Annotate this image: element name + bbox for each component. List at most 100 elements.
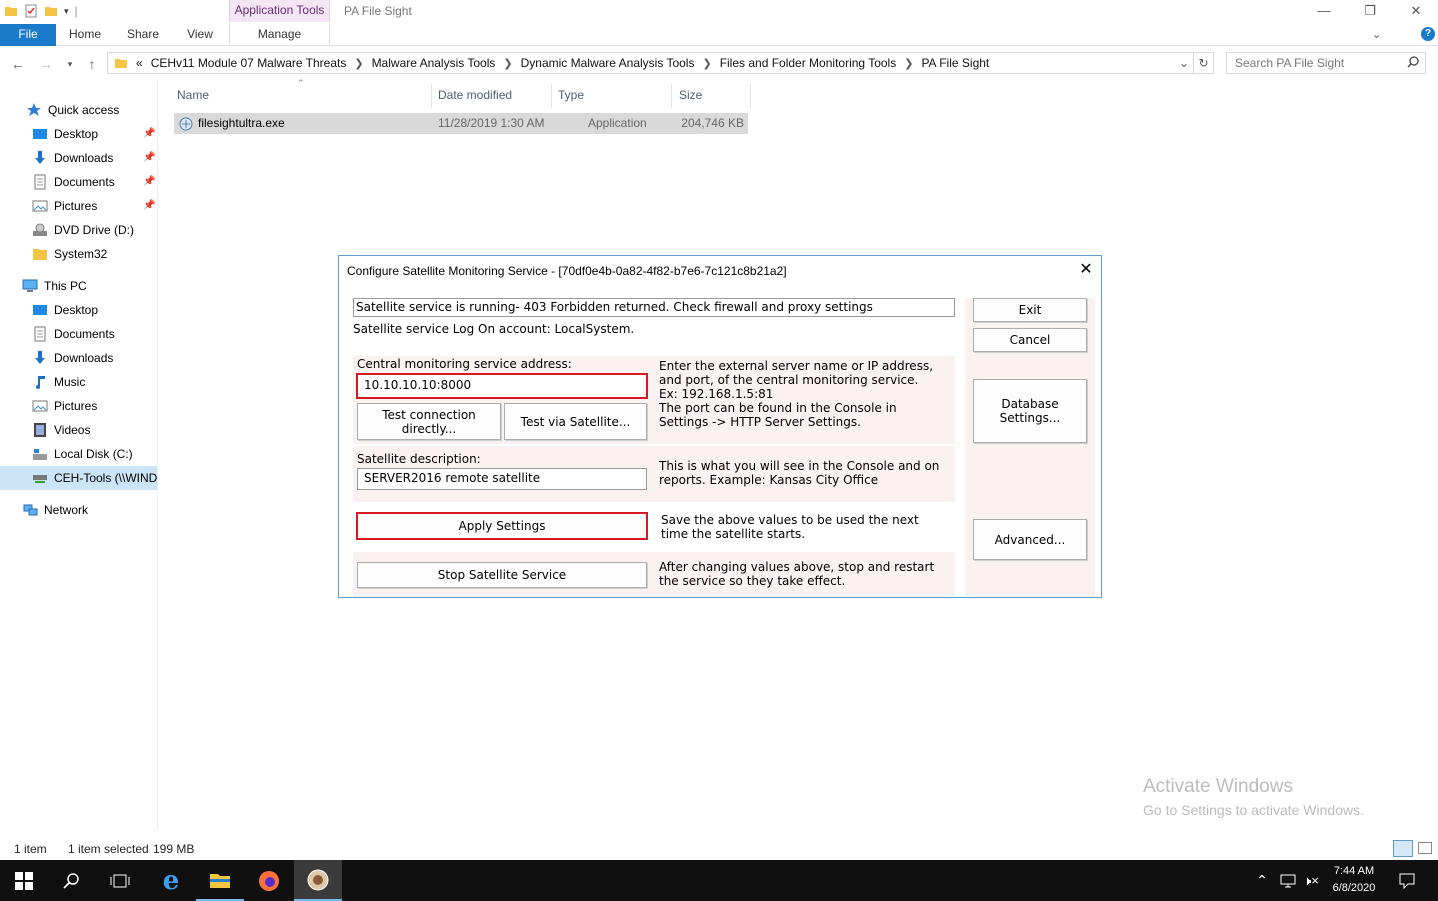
nav-label: DVD Drive (D:): [54, 223, 134, 237]
recent-locations-icon[interactable]: ▾: [62, 56, 78, 72]
column-divider[interactable]: [551, 84, 552, 108]
stop-satellite-service-button[interactable]: Stop Satellite Service: [357, 562, 647, 588]
breadcrumb-item[interactable]: Files and Folder Monitoring Tools: [720, 56, 897, 70]
breadcrumb-separator-icon[interactable]: ❯: [904, 57, 913, 70]
column-header-date[interactable]: Date modified: [438, 86, 512, 104]
breadcrumb-item[interactable]: CEHv11 Module 07 Malware Threats: [151, 56, 347, 70]
taskbar-edge[interactable]: e: [147, 860, 195, 901]
breadcrumb-item[interactable]: Dynamic Malware Analysis Tools: [521, 56, 695, 70]
restore-button[interactable]: ❐: [1347, 0, 1393, 22]
nav-pc-videos[interactable]: Videos: [0, 418, 157, 442]
star-icon: [27, 103, 41, 116]
column-divider[interactable]: [750, 84, 751, 108]
nav-this-pc[interactable]: This PC: [0, 274, 157, 298]
nav-pc-local-disk[interactable]: Local Disk (C:): [0, 442, 157, 466]
refresh-icon[interactable]: ↻: [1194, 52, 1214, 74]
search-icon[interactable]: [1406, 55, 1420, 69]
test-via-satellite-button[interactable]: Test via Satellite...: [504, 403, 647, 440]
column-header-type[interactable]: Type: [558, 86, 584, 104]
breadcrumb-item[interactable]: PA File Sight: [921, 56, 989, 70]
help-icon[interactable]: ?: [1421, 27, 1435, 41]
nav-pc-desktop[interactable]: Desktop: [0, 298, 157, 322]
taskbar-firefox[interactable]: [245, 860, 293, 901]
column-header-size[interactable]: Size: [679, 86, 702, 104]
breadcrumb-item[interactable]: Malware Analysis Tools: [372, 56, 496, 70]
volume-muted-icon[interactable]: 🕨×: [1300, 860, 1322, 901]
show-hidden-icons[interactable]: ⌃: [1250, 860, 1274, 901]
dialog-title: Configure Satellite Monitoring Service -…: [347, 264, 787, 278]
highlight-box: [356, 373, 648, 399]
breadcrumb-separator-icon[interactable]: ❯: [354, 57, 363, 70]
activation-watermark-text: Go to Settings to activate Windows.: [1143, 802, 1364, 818]
breadcrumb-separator-icon[interactable]: ❯: [702, 57, 711, 70]
forward-arrow-icon[interactable]: →: [38, 56, 54, 72]
nav-network[interactable]: Network: [0, 498, 157, 522]
start-button[interactable]: [0, 860, 48, 901]
pictures-icon: [32, 400, 48, 412]
tab-home[interactable]: Home: [62, 24, 108, 46]
close-icon[interactable]: ✕: [1077, 261, 1095, 279]
nav-quick-pictures[interactable]: Pictures 📌: [0, 194, 157, 218]
test-connection-button[interactable]: Test connection directly...: [357, 403, 501, 440]
folder-icon[interactable]: [4, 4, 18, 18]
nav-label: Documents: [54, 327, 115, 341]
address-help-text: Enter the external server name or IP add…: [659, 359, 933, 429]
search-input[interactable]: Search PA File Sight: [1226, 52, 1426, 74]
download-icon: [35, 151, 45, 164]
cancel-button[interactable]: Cancel: [973, 328, 1087, 352]
nav-quick-documents[interactable]: Documents 📌: [0, 170, 157, 194]
nav-quick-downloads[interactable]: Downloads 📌: [0, 146, 157, 170]
breadcrumb-overflow[interactable]: «: [136, 56, 143, 70]
taskbar-pa-file-sight[interactable]: [294, 860, 342, 901]
nav-pc-network-drive[interactable]: CEH-Tools (\\WIND: [0, 466, 157, 490]
details-view-icon[interactable]: [1393, 840, 1413, 857]
exit-button[interactable]: Exit: [973, 298, 1087, 322]
expand-ribbon-icon[interactable]: ⌄: [1372, 28, 1381, 41]
nav-quick-system32[interactable]: System32: [0, 242, 157, 266]
nav-pc-pictures[interactable]: Pictures: [0, 394, 157, 418]
notifications-button[interactable]: [1392, 860, 1422, 901]
tab-share[interactable]: Share: [120, 24, 166, 46]
satellite-description-input[interactable]: SERVER2016 remote satellite: [357, 468, 647, 490]
pin-icon[interactable]: 📌: [143, 152, 155, 163]
nav-pc-downloads[interactable]: Downloads: [0, 346, 157, 370]
column-divider[interactable]: [671, 84, 672, 108]
nav-pc-music[interactable]: Music: [0, 370, 157, 394]
pin-icon[interactable]: 📌: [143, 128, 155, 139]
properties-icon[interactable]: [24, 4, 38, 18]
tab-manage[interactable]: Manage: [229, 24, 330, 46]
column-divider[interactable]: [431, 84, 432, 108]
task-view-button[interactable]: [96, 860, 144, 901]
taskbar-file-explorer[interactable]: [196, 860, 244, 901]
tab-file[interactable]: File: [0, 24, 56, 46]
nav-label: Desktop: [54, 127, 99, 141]
network-icon: [23, 504, 38, 516]
nav-pc-documents[interactable]: Documents: [0, 322, 157, 346]
address-dropdown-icon[interactable]: ⌄: [1179, 56, 1189, 70]
tab-view[interactable]: View: [177, 24, 223, 46]
nav-quick-desktop[interactable]: Desktop 📌: [0, 122, 157, 146]
file-row[interactable]: filesightultra.exe 11/28/2019 1:30 AM Ap…: [174, 113, 748, 134]
nav-quick-access[interactable]: Quick access: [0, 98, 157, 122]
nav-quick-dvd[interactable]: DVD Drive (D:): [0, 218, 157, 242]
network-tray-icon[interactable]: [1276, 860, 1300, 901]
advanced-button[interactable]: Advanced...: [973, 519, 1087, 560]
customize-qat-icon[interactable]: ▾: [64, 6, 69, 17]
pin-icon[interactable]: 📌: [143, 200, 155, 211]
help-line: Ex: 192.168.1.5:81: [659, 387, 774, 401]
up-arrow-icon[interactable]: ↑: [84, 56, 100, 72]
back-arrow-icon[interactable]: ←: [10, 56, 26, 72]
database-settings-button[interactable]: Database Settings...: [973, 379, 1087, 443]
large-icons-view-icon[interactable]: [1418, 842, 1432, 854]
pin-icon[interactable]: 📌: [143, 176, 155, 187]
new-folder-icon[interactable]: [44, 4, 58, 18]
help-line: and port, of the central monitoring serv…: [659, 373, 919, 387]
nav-label: Pictures: [54, 199, 98, 213]
system-clock[interactable]: 7:44 AM 6/8/2020: [1326, 863, 1382, 897]
breadcrumb-separator-icon[interactable]: ❯: [503, 57, 512, 70]
close-window-button[interactable]: ✕: [1393, 0, 1438, 22]
search-button[interactable]: [48, 860, 96, 901]
minimize-button[interactable]: —: [1301, 0, 1347, 22]
address-bar[interactable]: « CEHv11 Module 07 Malware Threats ❯ Malw…: [107, 52, 1194, 74]
column-header-name[interactable]: Name: [177, 86, 209, 104]
